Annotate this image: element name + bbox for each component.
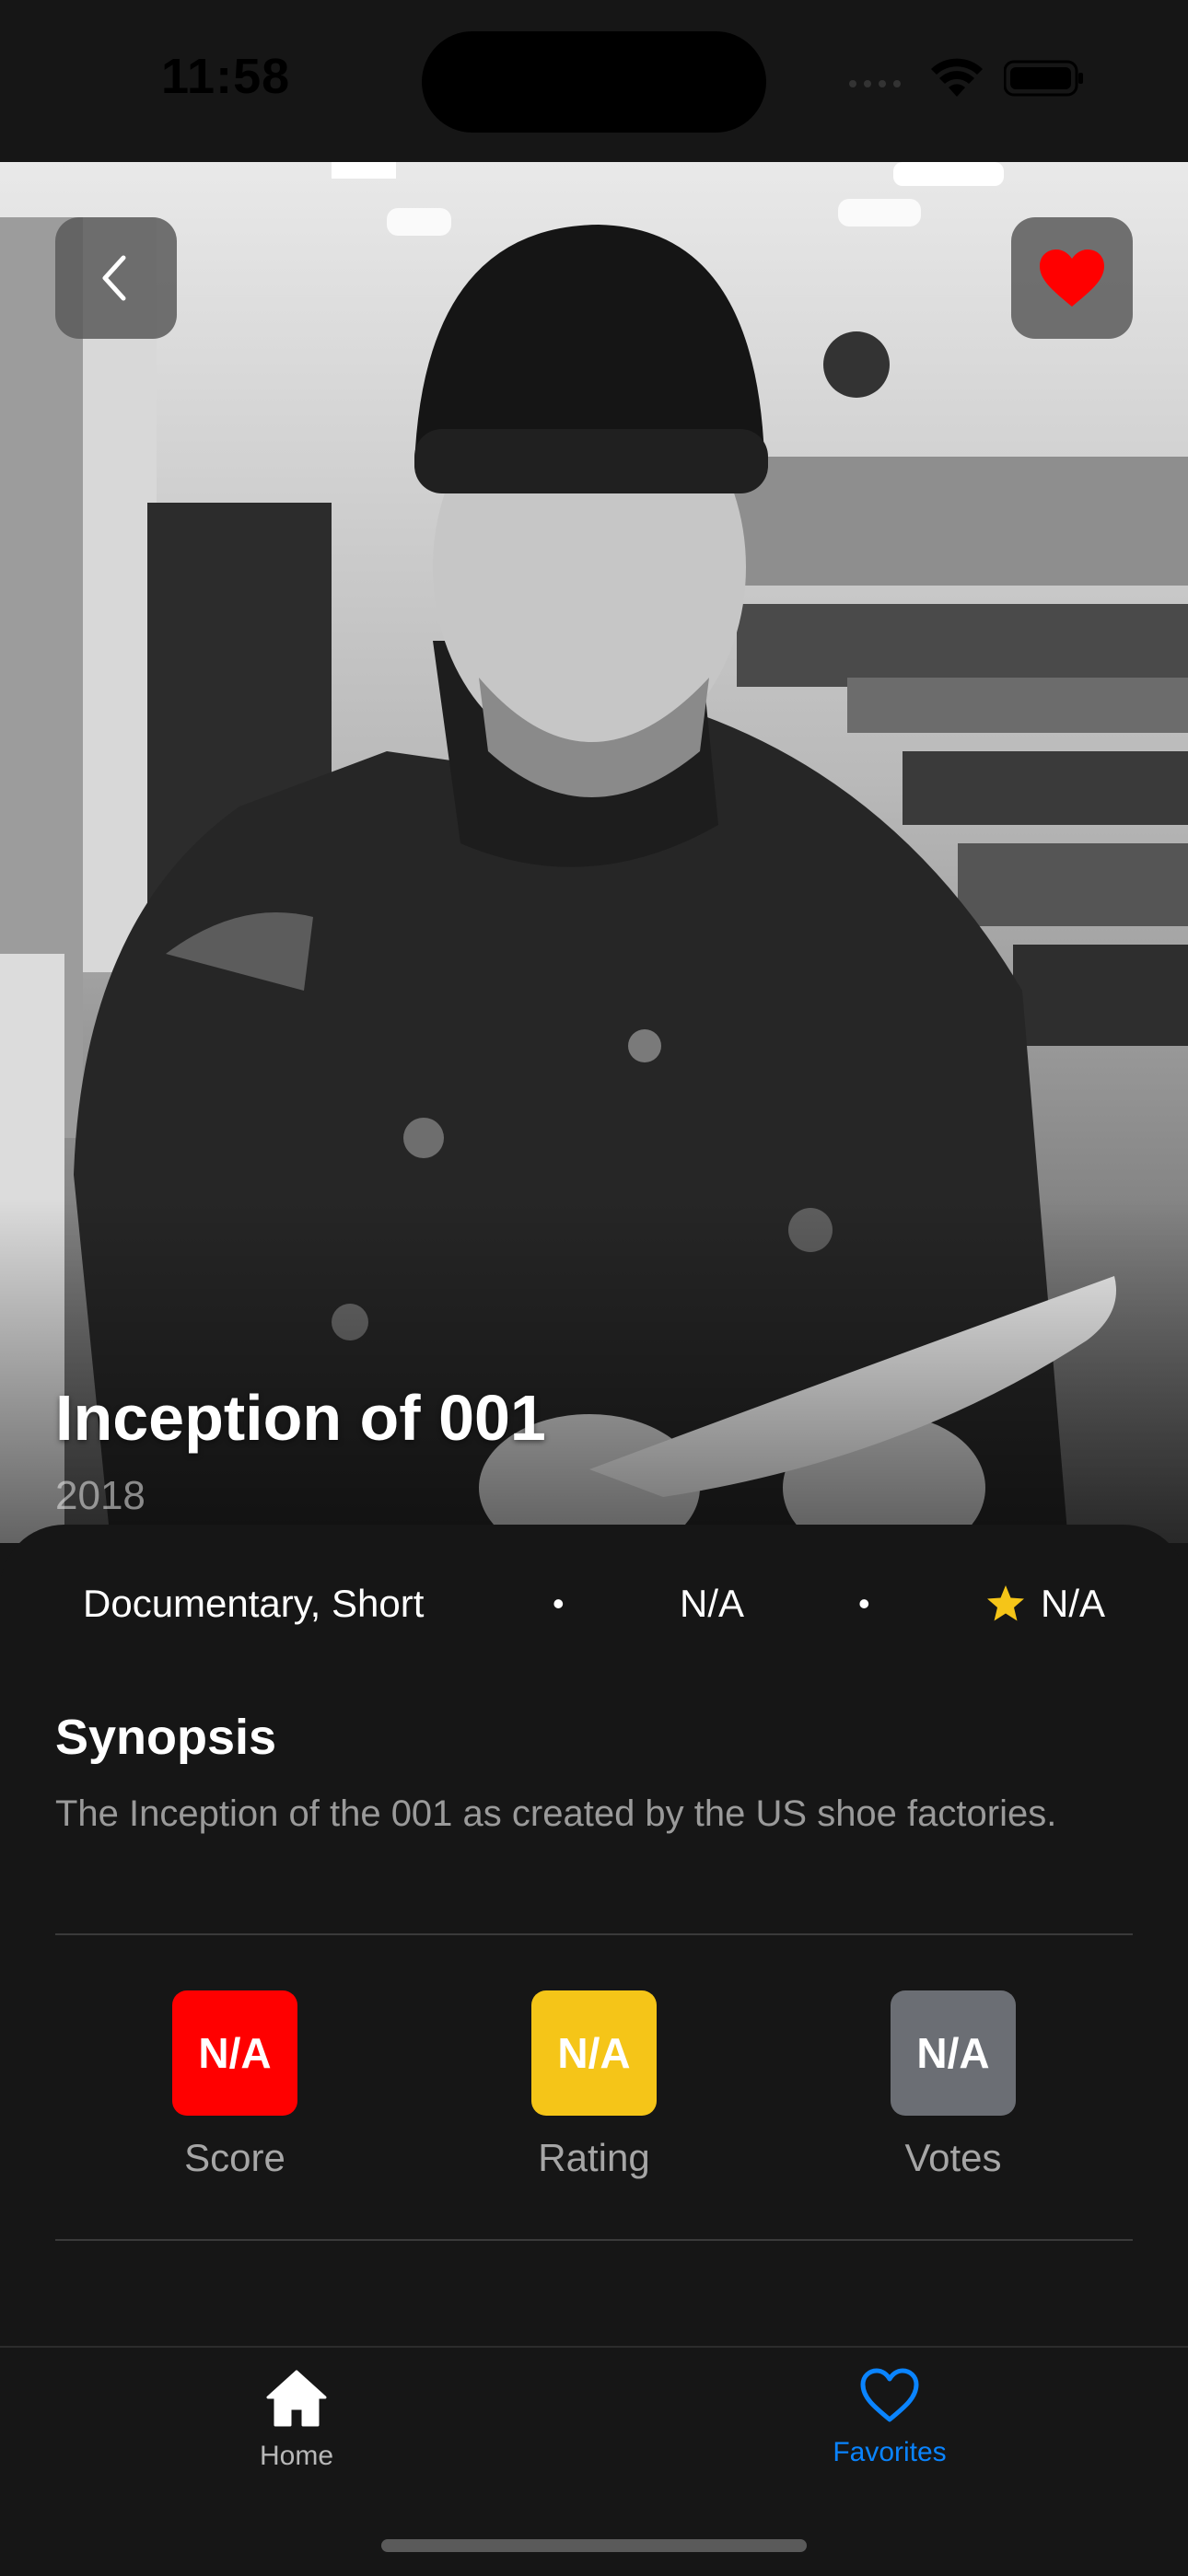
tab-favorites[interactable]: Favorites	[779, 2368, 1000, 2468]
rating-value: N/A	[531, 1990, 657, 2116]
tab-home-label: Home	[259, 2441, 334, 2471]
battery-icon	[1004, 60, 1083, 97]
favorite-button[interactable]	[1011, 217, 1133, 339]
poster-photo	[0, 162, 1188, 1543]
score-label: Score	[184, 2136, 285, 2179]
meta-separator: •	[858, 1584, 870, 1622]
tab-favorites-label: Favorites	[833, 2437, 947, 2467]
poster-image	[0, 162, 1188, 1543]
dynamic-island	[422, 31, 766, 133]
home-indicator	[381, 2539, 807, 2552]
tab-home[interactable]: Home	[186, 2368, 407, 2472]
details-sheet	[0, 1525, 1188, 2353]
heart-filled-icon	[1040, 249, 1104, 307]
inline-rating: N/A	[1041, 1582, 1106, 1625]
chevron-left-icon	[102, 255, 126, 301]
synopsis-heading: Synopsis	[55, 1710, 277, 1765]
votes-stat: N/A Votes	[861, 1990, 1045, 2180]
wifi-icon	[931, 58, 983, 97]
movie-title: Inception of 001	[55, 1382, 546, 1454]
back-button[interactable]	[55, 217, 177, 339]
genres: Documentary, Short	[83, 1582, 425, 1625]
status-bar: 11:58	[0, 0, 1188, 162]
votes-value: N/A	[891, 1990, 1016, 2116]
star-icon	[985, 1584, 1026, 1639]
rating-stat: N/A Rating	[502, 1990, 686, 2180]
meta-separator: •	[553, 1584, 565, 1622]
status-time: 11:58	[161, 49, 291, 104]
divider	[55, 1933, 1133, 1935]
synopsis-text: The Inception of the 001 as created by t…	[55, 1793, 1057, 1834]
status-icons	[845, 55, 1085, 101]
score-value: N/A	[172, 1990, 297, 2116]
house-icon	[266, 2370, 327, 2427]
votes-label: Votes	[904, 2136, 1002, 2179]
heart-outline-icon	[860, 2368, 919, 2422]
divider	[55, 2239, 1133, 2241]
meta-row: Documentary, Short • N/A • N/A	[0, 1576, 1188, 1631]
movie-year: 2018	[55, 1473, 146, 1518]
cellular-signal-icon	[849, 80, 901, 87]
rating-label: Rating	[538, 2136, 650, 2179]
runtime: N/A	[680, 1582, 745, 1625]
score-stat: N/A Score	[143, 1990, 327, 2180]
